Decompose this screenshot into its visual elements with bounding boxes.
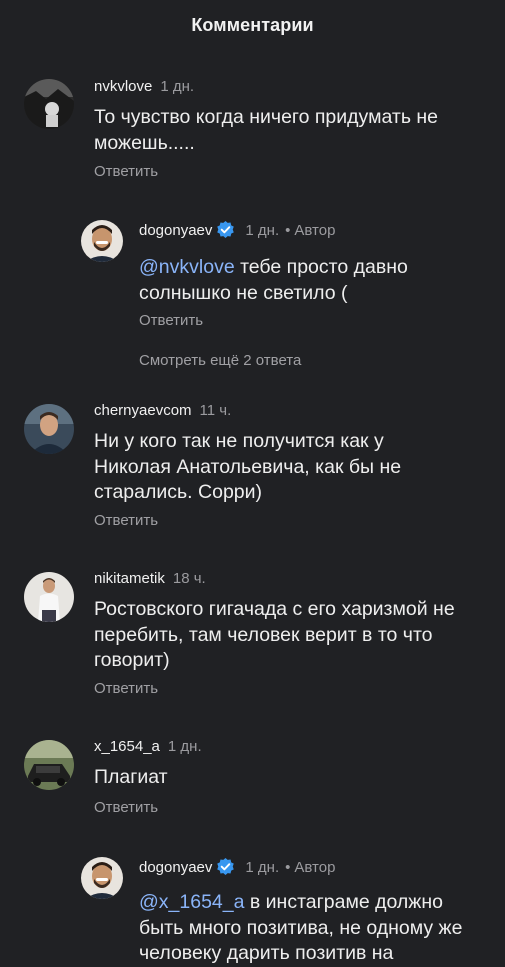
comment-text: @x_1654_a в инстаграме должно быть много…: [139, 890, 469, 967]
user-avatar[interactable]: [24, 572, 74, 622]
reply-button[interactable]: Ответить: [139, 312, 203, 329]
author-badge: Автор: [294, 859, 336, 876]
user-avatar-smiling-man-icon: [81, 857, 123, 899]
user-avatar-dark-icon: [24, 79, 74, 129]
comment-time: 1 дн.: [245, 222, 280, 239]
comment-username[interactable]: x_1654_a: [94, 738, 160, 755]
comment-username[interactable]: dogonyaev: [139, 222, 212, 239]
mention-link[interactable]: @x_1654_a: [139, 891, 244, 913]
comment-username[interactable]: nikitametik: [94, 570, 165, 587]
comment-text: @nvkvlove тебе просто давно солнышко не …: [139, 255, 469, 306]
page-title: Комментарии: [191, 15, 314, 35]
user-avatar[interactable]: [24, 404, 74, 454]
comment-time: 18 ч.: [172, 570, 206, 587]
comment-username[interactable]: nvkvlove: [94, 78, 152, 95]
separator-dot: •: [285, 859, 291, 876]
comment-text: Ростовского гигачада с его харизмой не п…: [94, 598, 455, 671]
separator-dot: •: [285, 222, 291, 239]
comment-text: Плагиат: [94, 766, 168, 788]
comments-header: Комментарии: [0, 0, 505, 56]
comment-time: 11 ч.: [199, 402, 232, 419]
comment-username[interactable]: dogonyaev: [139, 859, 212, 876]
reply-button[interactable]: Ответить: [94, 163, 158, 180]
user-avatar-car-icon: [24, 740, 74, 790]
author-badge: Автор: [294, 222, 336, 239]
comment-time: 1 дн.: [160, 78, 195, 95]
verified-badge-icon: [217, 220, 235, 239]
comment-username[interactable]: chernyaevcom: [94, 402, 192, 419]
mention-link[interactable]: @nvkvlove: [139, 256, 235, 278]
comment-text: Ни у кого так не получится как у Николая…: [94, 430, 402, 503]
user-avatar[interactable]: [81, 857, 123, 899]
reply-button[interactable]: Ответить: [94, 512, 158, 529]
user-avatar-man-portrait-icon: [24, 404, 74, 454]
user-avatar[interactable]: [81, 220, 123, 262]
comment-time: 1 дн.: [167, 738, 202, 755]
comment-text: То чувство когда ничего придумать не мож…: [94, 106, 439, 154]
user-avatar-man-standing-icon: [24, 572, 74, 622]
user-avatar-smiling-man-icon: [81, 220, 123, 262]
user-avatar[interactable]: [24, 740, 74, 790]
view-more-replies-button[interactable]: Смотреть ещё 2 ответа: [139, 352, 301, 369]
comment-time: 1 дн.: [245, 859, 280, 876]
reply-button[interactable]: Ответить: [94, 680, 158, 697]
verified-badge-icon: [217, 857, 235, 876]
reply-button[interactable]: Ответить: [94, 799, 158, 816]
user-avatar[interactable]: [24, 79, 74, 129]
